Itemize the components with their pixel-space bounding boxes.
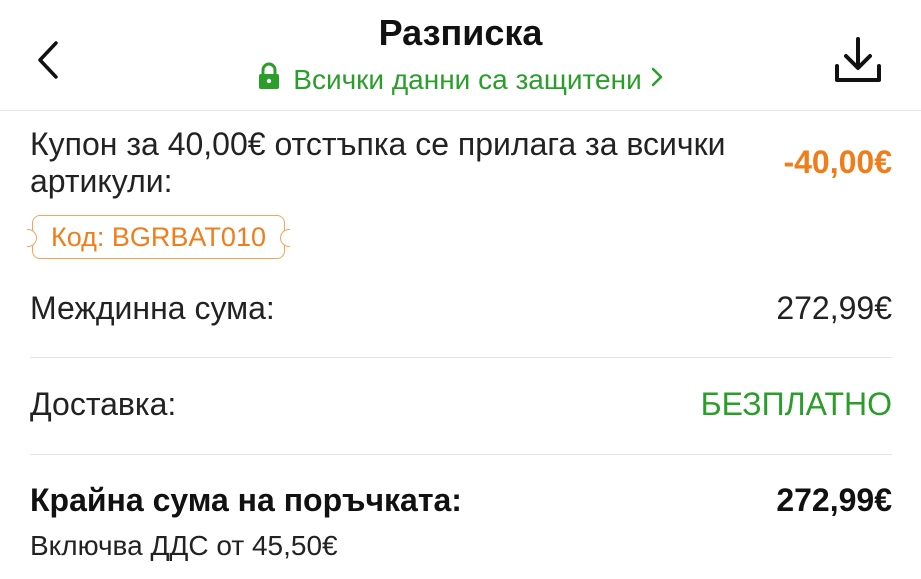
download-button[interactable]	[832, 34, 884, 86]
divider	[30, 454, 892, 455]
secure-text: Всички данни са защитени	[293, 63, 642, 95]
shipping-value: БЕЗПЛАТНО	[700, 386, 892, 422]
data-secure-link[interactable]: Всички данни са защитени	[0, 62, 921, 97]
subtotal-value: 272,99€	[776, 290, 892, 326]
coupon-code-badge: Код: BGRBAT010	[27, 215, 290, 259]
page-title: Разписка	[378, 12, 543, 53]
coupon-amount: -40,00€	[783, 144, 892, 180]
total-value: 272,99€	[776, 482, 892, 518]
total-row: Крайна сума на поръчката: 272,99€	[30, 482, 892, 519]
header: Разписка Всички данни са защитени	[0, 0, 921, 111]
lock-icon	[257, 62, 281, 97]
total-label: Крайна сума на поръчката:	[30, 482, 462, 518]
download-icon	[835, 37, 881, 82]
shipping-label: Доставка:	[30, 386, 177, 422]
subtotal-row: Междинна сума: 272,99€	[30, 290, 892, 327]
shipping-row: Доставка: БЕЗПЛАТНО	[30, 386, 892, 423]
receipt-page: Разписка Всички данни са защитени Купон …	[0, 0, 921, 579]
divider	[30, 357, 892, 358]
coupon-description: Купон за 40,00€ отстъпка се прилага за в…	[30, 126, 726, 199]
subtotal-label: Междинна сума:	[30, 290, 275, 326]
vat-note: Включва ДДС от 45,50€	[30, 530, 338, 561]
chevron-right-icon	[650, 64, 664, 96]
